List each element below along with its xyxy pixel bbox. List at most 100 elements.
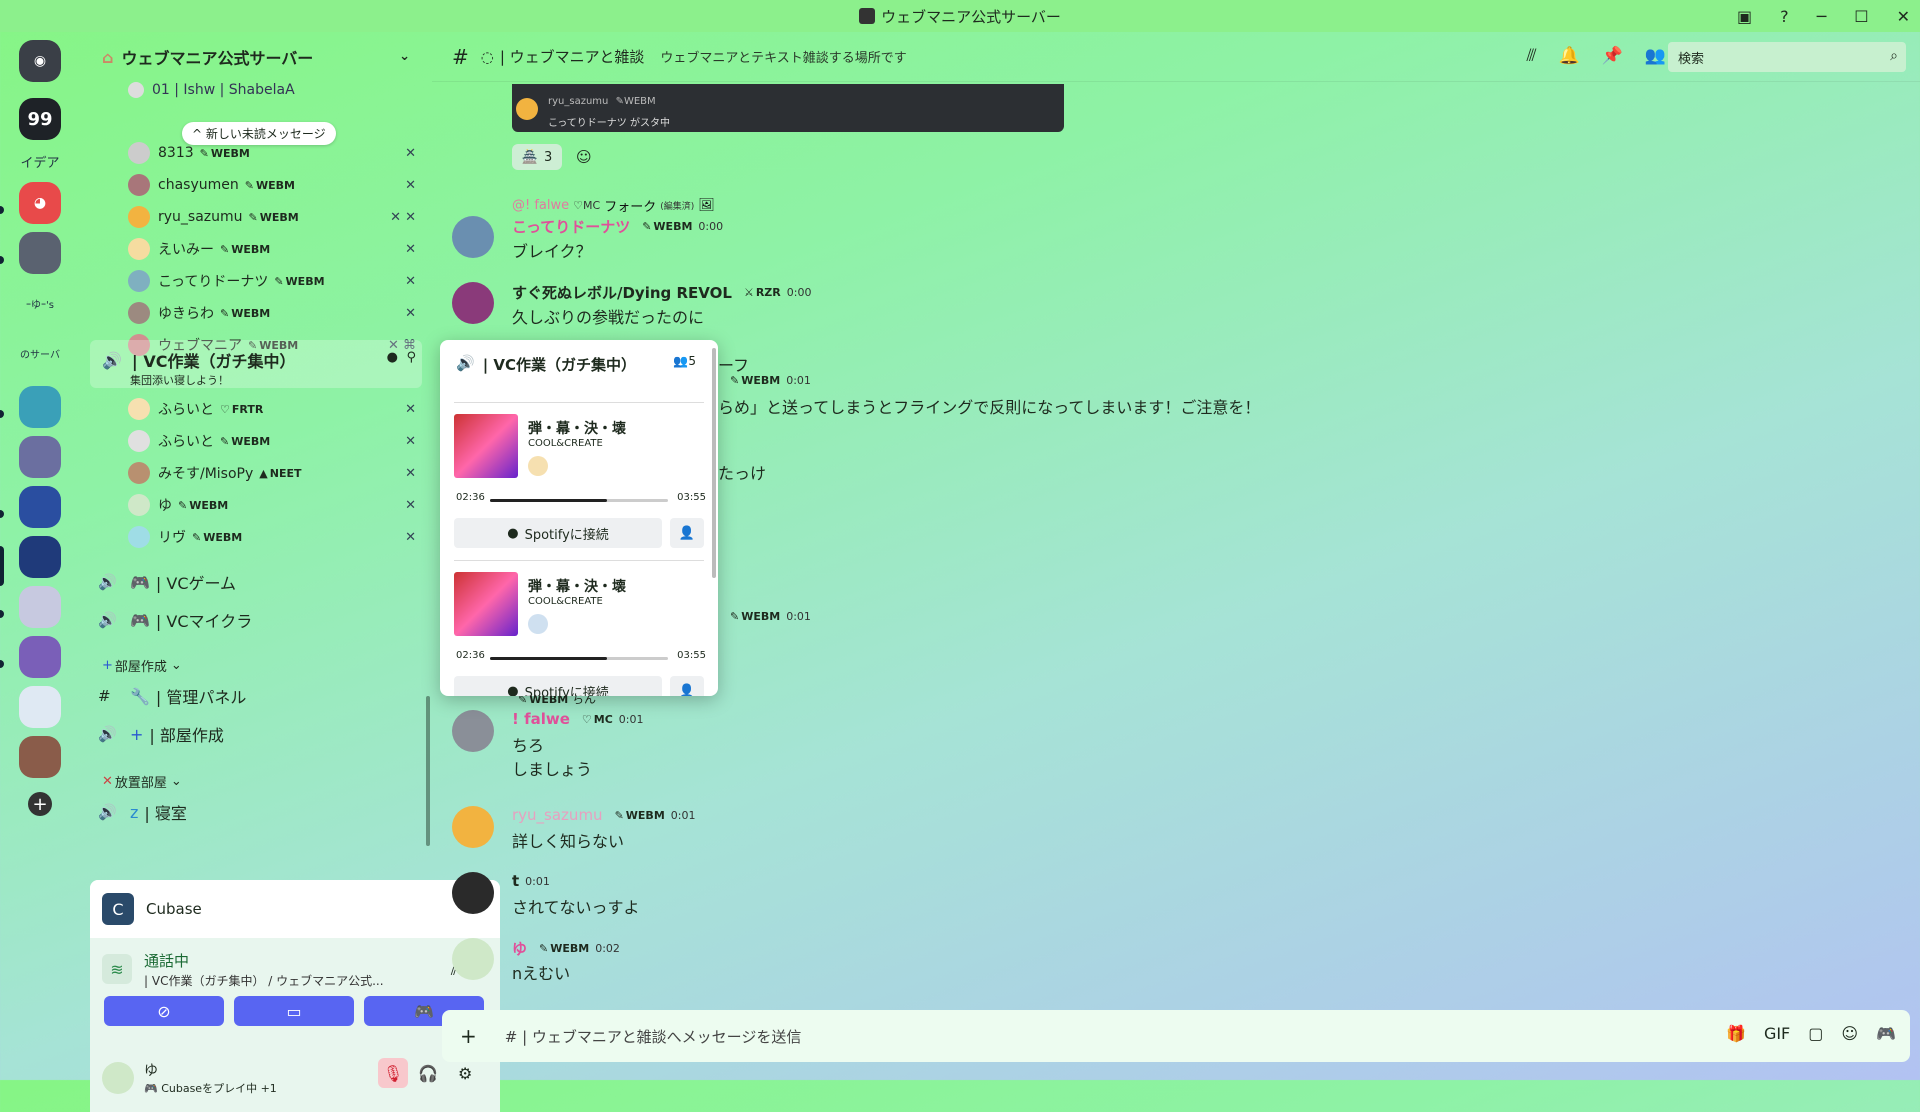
maximize-icon[interactable]: ☐ — [1854, 7, 1868, 26]
album-cover[interactable] — [454, 414, 518, 478]
server-avatar-2[interactable] — [19, 386, 61, 428]
message-author[interactable]: ! falwe ♡ MC 0:01 — [512, 710, 644, 728]
spotify-connect-button[interactable]: ● Spotifyに接続 — [454, 676, 662, 696]
minimize-icon[interactable]: ─ — [1817, 7, 1827, 26]
close-icon[interactable]: ✕ — [1897, 7, 1910, 26]
channel-vc-game[interactable]: 🔊 🎮 | VCゲーム — [98, 570, 236, 594]
message-author[interactable]: すぐ死ぬレボル/Dying REVOL ⚔ RZR 0:00 — [512, 282, 811, 303]
server-discord[interactable]: ◕ — [19, 182, 61, 224]
mic-muted-icon[interactable]: 🎙 — [378, 1058, 408, 1088]
mute-icon: ✕ — [405, 273, 416, 289]
list-item[interactable]: ふらいと ♡ FRTR ✕ — [128, 398, 428, 420]
gift-icon[interactable]: 🎁 — [1726, 1024, 1746, 1043]
camera-off-button[interactable]: ⊘ — [104, 996, 224, 1026]
bell-icon[interactable]: 🔔 — [1558, 46, 1579, 66]
hash-icon: # — [98, 687, 111, 705]
gamepad-icon: 🎮 — [130, 610, 150, 630]
server-avatar-1[interactable] — [19, 232, 61, 274]
message-input[interactable]: # | ウェブマニアと雑談へメッセージを送信 — [505, 1026, 802, 1047]
add-reaction-icon[interactable]: ☺ — [576, 148, 592, 166]
server-avatar-4[interactable] — [19, 486, 61, 528]
avatar[interactable] — [452, 216, 494, 258]
server-rail: ◉ 99 イデア ◕ ｰゆｰ's のサーバ + — [0, 32, 80, 1080]
message-author[interactable]: こってりドーナツ ✎ WEBM 0:00 — [512, 216, 723, 237]
threads-icon[interactable]: ⫻ — [1526, 46, 1536, 66]
voice-location[interactable]: | VC作業（ガチ集中） / ウェブマニア公式... — [144, 972, 384, 989]
list-item[interactable]: リヴ ✎ WEBM ✕ — [128, 526, 428, 548]
members-icon[interactable]: 👥 — [1645, 46, 1666, 66]
server-idea[interactable]: イデア — [19, 140, 61, 182]
server-avatar-7[interactable] — [19, 636, 61, 678]
list-item[interactable]: chasyumen ✎ WEBM ✕ — [128, 174, 428, 196]
user-info[interactable]: ゆ 🎮 Cubaseをプレイ中 +1 — [102, 1056, 402, 1100]
avatar[interactable] — [452, 806, 494, 848]
album-cover[interactable] — [454, 572, 518, 636]
channel-topic[interactable]: ウェブマニアとテキスト雑談する場所です — [660, 47, 906, 66]
server-header[interactable]: ⌂ ウェブマニア公式サーバー ⌄ — [80, 32, 432, 82]
add-member-icon[interactable]: ⚲ — [406, 350, 416, 365]
avatar[interactable] — [452, 710, 494, 752]
vc-channel-selected[interactable]: 🔊 | VC作業（ガチ集中） 集団添い寝しよう！ ● ⚲ — [90, 340, 422, 388]
progress-bar — [490, 657, 668, 660]
discord-home-icon[interactable]: ◉ — [19, 40, 61, 82]
server-avatar-5[interactable] — [19, 536, 61, 578]
server-avatar-6[interactable] — [19, 586, 61, 628]
emoji-icon[interactable]: ☺ — [1841, 1024, 1858, 1043]
list-item[interactable]: 8313 ✎ WEBM ✕ — [128, 142, 428, 164]
server-avatar-3[interactable] — [19, 436, 61, 478]
reply-ref[interactable]: @! falwe ♡MC フォーク (編集済) 🖼 — [512, 196, 715, 215]
search-icon: ⌕ — [1890, 48, 1898, 64]
help-icon[interactable]: ? — [1780, 7, 1789, 26]
server-avatar-9[interactable] — [19, 736, 61, 778]
avatar — [102, 1062, 134, 1094]
add-friend-button[interactable]: 👤 — [670, 518, 704, 548]
category-idle-room[interactable]: ✕ 放置部屋 ⌄ — [102, 772, 182, 791]
channel-room-create[interactable]: 🔊 + | 部屋作成 — [98, 722, 224, 746]
message-fragment: たっけ — [718, 464, 767, 483]
channel-vc-minecraft[interactable]: 🔊 🎮 | VCマイクラ — [98, 608, 252, 632]
message-author[interactable]: ✎ WEBM 0:01 — [724, 610, 811, 623]
server-99[interactable]: 99 — [19, 98, 61, 140]
avatar[interactable] — [452, 282, 494, 324]
message-author[interactable]: t 0:01 — [512, 872, 550, 890]
popup-scrollbar[interactable] — [712, 348, 716, 578]
signal-icon[interactable]: ≋ — [102, 954, 132, 984]
gif-icon[interactable]: GIF — [1764, 1024, 1790, 1043]
server-avatar-8[interactable] — [19, 686, 61, 728]
channel-bedroom[interactable]: 🔊 z | 寝室 — [98, 800, 187, 824]
chat-icon[interactable]: ● — [387, 350, 398, 365]
sticker-icon[interactable]: ▢ — [1808, 1024, 1823, 1043]
plus-icon[interactable]: + — [460, 1024, 477, 1048]
reaction-chip[interactable]: 🏯 3 — [512, 144, 562, 170]
pin-icon[interactable]: 📌 — [1602, 46, 1623, 66]
inbox-icon[interactable]: ▣ — [1737, 7, 1752, 26]
message-author[interactable]: ✎ WEBM 0:01 — [724, 374, 811, 387]
list-item[interactable]: ふらいと ✎ WEBM ✕ — [128, 430, 428, 452]
channel-admin-panel[interactable]: # 🔧 | 管理パネル — [98, 684, 246, 708]
list-item[interactable]: ゆ ✎ WEBM ✕ — [128, 494, 428, 516]
list-item[interactable]: ryu_sazumu ✎ WEBM ✕ ✕ — [128, 206, 428, 228]
server-yu[interactable]: ｰゆｰ's — [19, 282, 61, 324]
avatar[interactable] — [452, 938, 494, 980]
message-author[interactable]: ゆ ✎ WEBM 0:02 — [512, 938, 620, 959]
sidebar-scrollbar[interactable] — [426, 696, 430, 846]
screen-share-button[interactable]: ▭ — [234, 996, 354, 1026]
list-item[interactable]: みそす/MisoPy ▲ NEET ✕ — [128, 462, 428, 484]
gamepad-icon[interactable]: 🎮 — [1876, 1024, 1896, 1043]
chevron-down-icon[interactable]: ⌄ — [399, 49, 410, 64]
list-item[interactable]: こってりドーナツ ✎ WEBM ✕ — [128, 270, 428, 292]
list-item[interactable]: えいみー ✎ WEBM ✕ — [128, 238, 428, 260]
status-badge: ✎ WEBM — [539, 942, 590, 955]
avatar[interactable] — [452, 872, 494, 914]
search-input[interactable]: 検索 ⌕ — [1668, 42, 1906, 72]
add-friend-button[interactable]: 👤 — [670, 676, 704, 696]
list-item[interactable]: ゆきらわ ✎ WEBM ✕ — [128, 302, 428, 324]
message-author[interactable]: ryu_sazumu ✎ WEBM 0:01 — [512, 806, 695, 824]
server-no-server[interactable]: のサーバ — [19, 332, 61, 374]
spotify-connect-button[interactable]: ● Spotifyに接続 — [454, 518, 662, 548]
embed-preview[interactable]: ryu_sazumu ✎WEBM こってりドーナツ がスタ中 — [512, 84, 1064, 132]
mute-icon: ✕ — [405, 433, 416, 449]
add-server-icon[interactable]: + — [28, 792, 52, 816]
category-room-create[interactable]: + 部屋作成 ⌄ — [102, 656, 182, 675]
list-item[interactable]: 01 | Ishw | ShabelaA — [128, 82, 295, 98]
